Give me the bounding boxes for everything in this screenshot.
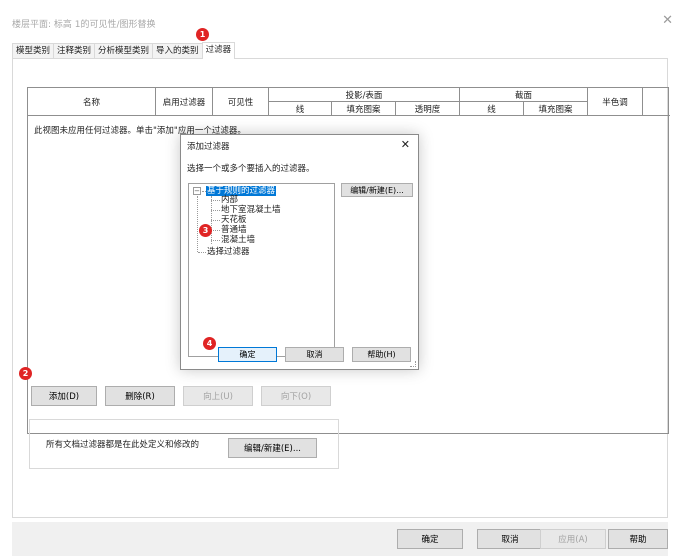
dialog-edit-new-button[interactable]: 编辑/新建(E)... [341,183,413,197]
annotation-badge-1: 1 [196,28,209,41]
dialog-cancel-button[interactable]: 取消 [285,347,344,362]
delete-filter-button[interactable]: 删除(R) [105,386,175,406]
header-proj-transparency[interactable]: 透明度 [396,102,460,116]
footer-bar: 确定 取消 应用(A) 帮助 [12,522,668,556]
annotation-badge-3: 3 [199,224,212,237]
title-bar: 楼层平面: 标高 1的可见性/图形替换 ✕ [0,0,687,38]
tree-group-selection[interactable]: 选择过滤器 [207,247,250,257]
header-cut[interactable]: 截面 [460,88,588,102]
tab-imported-categories[interactable]: 导入的类别 [152,43,203,59]
dialog-prompt: 选择一个或多个要插入的过滤器。 [187,164,315,174]
annotation-badge-2: 2 [19,367,32,380]
tree-item-concrete-wall[interactable]: 混凝土墙 [221,235,255,245]
window-title: 楼层平面: 标高 1的可见性/图形替换 [12,20,156,30]
header-name[interactable]: 名称 [28,88,156,116]
tree-item-generic-wall[interactable]: 普通墙 [221,225,247,235]
tab-strip: 模型类别 注释类别 分析模型类别 导入的类别 过滤器 [12,42,236,59]
tree-item-interior[interactable]: 内部 [221,195,238,205]
tab-model-categories[interactable]: 模型类别 [12,43,55,59]
header-visibility[interactable]: 可见性 [213,88,269,116]
dialog-close-icon[interactable]: ✕ [401,138,410,151]
tree-item-ceiling[interactable]: 天花板 [221,215,247,225]
dialog-help-button[interactable]: 帮助(H) [352,347,411,362]
header-proj-line[interactable]: 线 [269,102,332,116]
edit-new-filters-button[interactable]: 编辑/新建(E)... [228,438,317,458]
add-filter-dialog: 添加过滤器 ✕ 选择一个或多个要插入的过滤器。 − 基于规则的过滤器 内部 地下… [180,134,419,370]
tree-item-basement-concrete-wall[interactable]: 地下室混凝土墙 [221,205,281,215]
document-filters-text: 所有文档过滤器都是在此处定义和修改的 [46,440,200,450]
annotation-badge-4: 4 [203,337,216,350]
close-icon[interactable]: ✕ [662,13,673,28]
resize-grip-icon[interactable] [410,361,416,367]
header-halftone[interactable]: 半色调 [588,88,643,116]
add-filter-button[interactable]: 添加(D) [31,386,97,406]
filter-tree[interactable]: − 基于规则的过滤器 内部 地下室混凝土墙 天花板 普通墙 混凝土墙 选择过滤器 [188,183,335,357]
ok-button[interactable]: 确定 [397,529,463,549]
header-proj-fill[interactable]: 填充图案 [332,102,396,116]
tab-analytical-model-categories[interactable]: 分析模型类别 [94,43,154,59]
collapse-icon[interactable]: − [193,187,201,195]
apply-button[interactable]: 应用(A) [540,529,606,549]
help-button[interactable]: 帮助 [608,529,668,549]
header-projection-surface[interactable]: 投影/表面 [269,88,460,102]
header-enable-filter[interactable]: 启用过滤器 [156,88,213,116]
move-up-button[interactable]: 向上(U) [183,386,253,406]
tree-group-rule-based[interactable]: 基于规则的过滤器 [206,186,277,196]
move-down-button[interactable]: 向下(O) [261,386,331,406]
tab-filters[interactable]: 过滤器 [201,42,236,59]
header-extra [643,88,670,116]
cancel-button[interactable]: 取消 [477,529,543,549]
document-filters-box: 所有文档过滤器都是在此处定义和修改的 编辑/新建(E)... [29,419,339,469]
header-cut-fill[interactable]: 填充图案 [524,102,588,116]
tab-annotation-categories[interactable]: 注释类别 [53,43,96,59]
dialog-ok-button[interactable]: 确定 [218,347,277,362]
header-cut-line[interactable]: 线 [460,102,524,116]
dialog-title: 添加过滤器 [187,142,230,152]
